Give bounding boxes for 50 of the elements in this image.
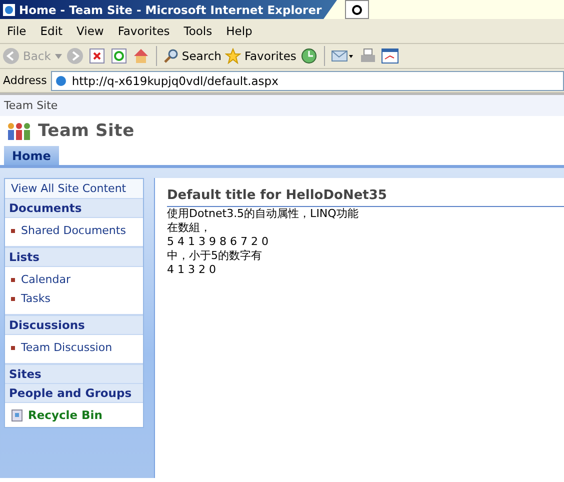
nav-link[interactable]: Calendar [21, 273, 70, 286]
address-field[interactable]: http://q-x619kupjq0vdl/default.aspx [50, 70, 564, 90]
view-all-link[interactable]: View All Site Content [5, 179, 143, 199]
printer-icon[interactable] [359, 47, 378, 65]
site-title: Team Site [38, 121, 134, 141]
menu-item[interactable]: Help [219, 24, 260, 38]
nav-link[interactable]: Shared Documents [21, 224, 126, 237]
menu-item[interactable]: View [70, 24, 111, 38]
nav-heading[interactable]: Lists [5, 248, 143, 267]
home-icon[interactable] [132, 47, 150, 65]
window-title: Home - Team Site - Microsoft Internet Explorer [19, 2, 322, 16]
history-icon[interactable] [300, 47, 318, 65]
bullet-icon [11, 296, 15, 300]
people-icon [6, 121, 32, 141]
nav-link[interactable]: Team Discussion [21, 341, 112, 354]
search-icon [162, 48, 179, 64]
menu-item[interactable]: Tools [176, 24, 220, 38]
content-text: 4 1 3 2 0 [167, 263, 217, 277]
nav-link[interactable]: Tasks [21, 292, 50, 305]
content-text: 5 4 1 3 9 8 6 7 2 0 [167, 235, 270, 249]
menu-item[interactable]: Favorites [110, 24, 177, 38]
browser-icon [2, 2, 16, 16]
refresh-icon[interactable] [110, 47, 128, 65]
nav-heading[interactable]: Sites [5, 365, 143, 384]
star-icon [225, 48, 242, 64]
recycle-bin-icon [11, 408, 23, 422]
favorites-button[interactable]: Favorites [225, 48, 296, 64]
recycle-bin-link[interactable]: Recycle Bin [28, 408, 102, 422]
nav-heading[interactable]: Documents [5, 199, 143, 218]
nav-heading[interactable]: Discussions [5, 316, 143, 335]
content-text: 在数組， [167, 221, 212, 235]
address-label: Address [3, 74, 47, 87]
menu-item[interactable]: File [0, 24, 34, 38]
bullet-icon [11, 228, 15, 232]
bullet-icon [11, 278, 15, 282]
nav-heading[interactable]: People and Groups [5, 384, 143, 403]
page-icon [54, 74, 68, 88]
content-text: 使用Dotnet3.5的自动属性，LINQ功能 [167, 207, 360, 221]
menu-item[interactable]: Edit [33, 24, 70, 38]
content-text: 中，小于5的数字有 [167, 249, 263, 263]
bullet-icon [11, 346, 15, 350]
stop-icon[interactable] [88, 47, 106, 65]
back-icon [2, 47, 20, 65]
caret-icon[interactable] [54, 54, 62, 58]
nav-tab[interactable]: Home [4, 146, 59, 165]
breadcrumb-link[interactable]: Team Site [4, 99, 58, 112]
edit-icon[interactable] [381, 47, 400, 65]
search-button[interactable]: Search [162, 48, 222, 64]
tab-icon[interactable] [345, 0, 369, 19]
content-title: Default title for HelloDoNet35 [167, 188, 564, 207]
